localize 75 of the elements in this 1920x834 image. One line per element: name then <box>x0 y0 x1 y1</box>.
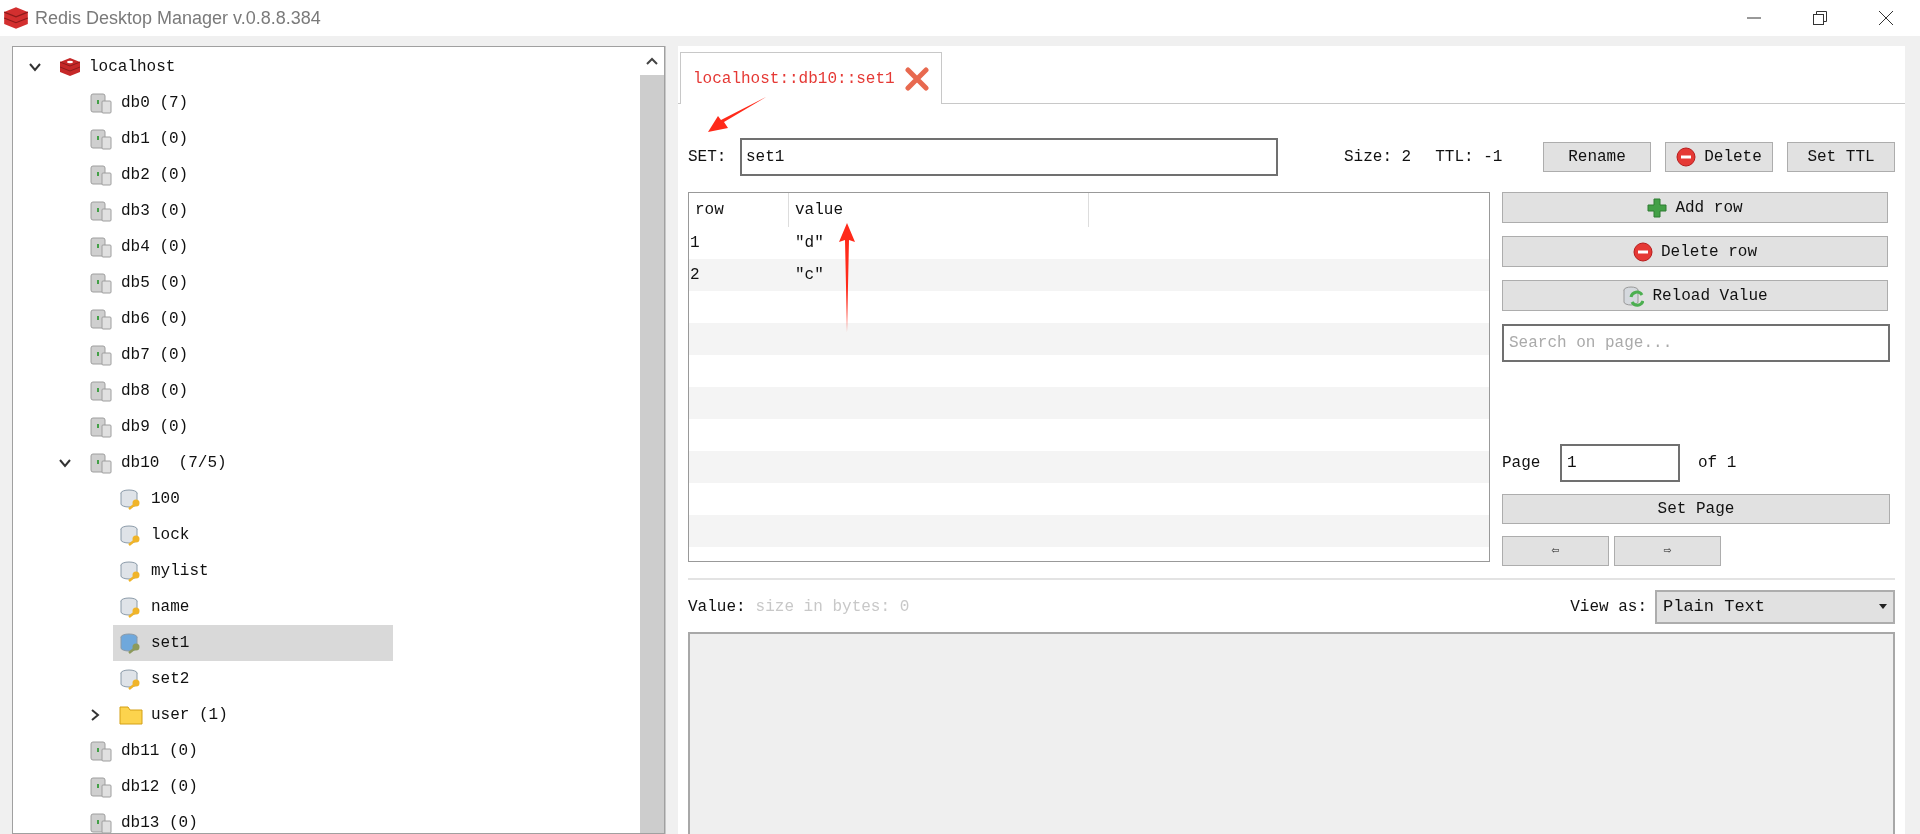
search-field[interactable]: Search on page... <box>1502 324 1890 362</box>
ttl-label: TTL: -1 <box>1435 147 1503 168</box>
tree-item[interactable]: db2 (0) <box>83 157 363 193</box>
toolbar-button[interactable]: Delete <box>1665 142 1773 172</box>
scrollbar[interactable] <box>640 47 664 833</box>
table-cell-text: 2 <box>689 265 701 286</box>
tree-item[interactable]: db8 (0) <box>83 373 363 409</box>
page-count: of 1 <box>1698 453 1737 474</box>
key-type-label: SET: <box>688 147 728 168</box>
tree-item[interactable]: db4 (0) <box>83 229 363 265</box>
plus-icon <box>1647 197 1668 218</box>
tree-item[interactable]: name <box>113 589 393 625</box>
size-label: Size: 2 <box>1344 147 1412 168</box>
tree-item[interactable]: db9 (0) <box>83 409 363 445</box>
table-cell-text: "c" <box>794 265 825 286</box>
app-logo-icon <box>3 6 29 30</box>
tab[interactable]: localhost::db10::set1 <box>680 52 942 104</box>
close-icon[interactable] <box>1878 10 1894 26</box>
tree-item[interactable]: lock <box>113 517 393 553</box>
reload-icon <box>1622 284 1645 307</box>
restore-icon[interactable] <box>1812 10 1828 26</box>
database-icon <box>89 380 113 402</box>
tree-item[interactable]: set2 <box>113 661 393 697</box>
page-label: Page <box>1502 453 1542 474</box>
database-icon <box>89 92 113 114</box>
tree-item[interactable]: db6 (0) <box>83 301 363 337</box>
toolbar-button[interactable]: Set TTL <box>1787 142 1895 172</box>
action-button[interactable]: Add row <box>1502 192 1888 223</box>
database-icon <box>89 776 113 798</box>
previous-page-button[interactable]: ⇦ <box>1502 536 1609 566</box>
tree-item[interactable]: mylist <box>113 553 393 589</box>
action-button[interactable]: Delete row <box>1502 236 1888 267</box>
action-button[interactable]: Reload Value <box>1502 280 1888 311</box>
tree-item[interactable]: user (1) <box>113 697 393 733</box>
redis-cube-icon <box>59 57 81 77</box>
tree-item[interactable]: db12 (0) <box>83 769 363 805</box>
view-as-dropdown[interactable]: Plain Text <box>1655 590 1895 624</box>
window-title: Redis Desktop Manager v.0.8.8.384 <box>35 6 321 30</box>
database-icon <box>89 308 113 330</box>
database-icon <box>89 200 113 222</box>
toolbar-button[interactable]: Rename <box>1543 142 1651 172</box>
database-icon <box>89 416 113 438</box>
chevron-up-icon[interactable] <box>645 56 659 66</box>
tree-item[interactable]: db11 (0) <box>83 733 363 769</box>
tree-item[interactable]: db13 (0) <box>83 805 363 833</box>
minus-circle-icon <box>1676 147 1697 167</box>
tree-item[interactable]: db10 (7/5) <box>83 445 363 481</box>
tree-item[interactable]: set1 <box>113 625 393 661</box>
dropdown-caret-icon[interactable] <box>1879 604 1887 610</box>
database-icon <box>89 236 113 258</box>
tree-item[interactable]: db5 (0) <box>83 265 363 301</box>
tree-item[interactable]: localhost <box>53 49 333 85</box>
minus-circle-icon <box>1633 241 1653 262</box>
tree-item[interactable]: 100 <box>113 481 393 517</box>
database-icon <box>89 272 113 294</box>
set-page-button[interactable]: Set Page <box>1502 494 1890 524</box>
database-icon <box>89 128 113 150</box>
value-label: Value: <box>688 597 746 618</box>
view-as-label: View as: <box>1570 597 1647 618</box>
table-cell-text: "d" <box>794 233 825 254</box>
next-page-button[interactable]: ⇨ <box>1614 536 1721 566</box>
column-header[interactable]: row <box>689 193 789 227</box>
tree-item[interactable]: db3 (0) <box>83 193 363 229</box>
key-name-field[interactable]: set1 <box>740 138 1278 176</box>
tree-item[interactable]: db0 (7) <box>83 85 363 121</box>
database-icon <box>89 164 113 186</box>
database-icon <box>89 452 113 474</box>
folder-icon <box>119 704 143 726</box>
tree-item[interactable]: db1 (0) <box>83 121 363 157</box>
table-cell-text: 1 <box>689 233 701 254</box>
database-icon <box>89 740 113 762</box>
tree-item[interactable]: db7 (0) <box>83 337 363 373</box>
close-tab-icon[interactable] <box>904 66 929 91</box>
page-field[interactable]: 1 <box>1560 444 1680 482</box>
database-icon <box>89 344 113 366</box>
